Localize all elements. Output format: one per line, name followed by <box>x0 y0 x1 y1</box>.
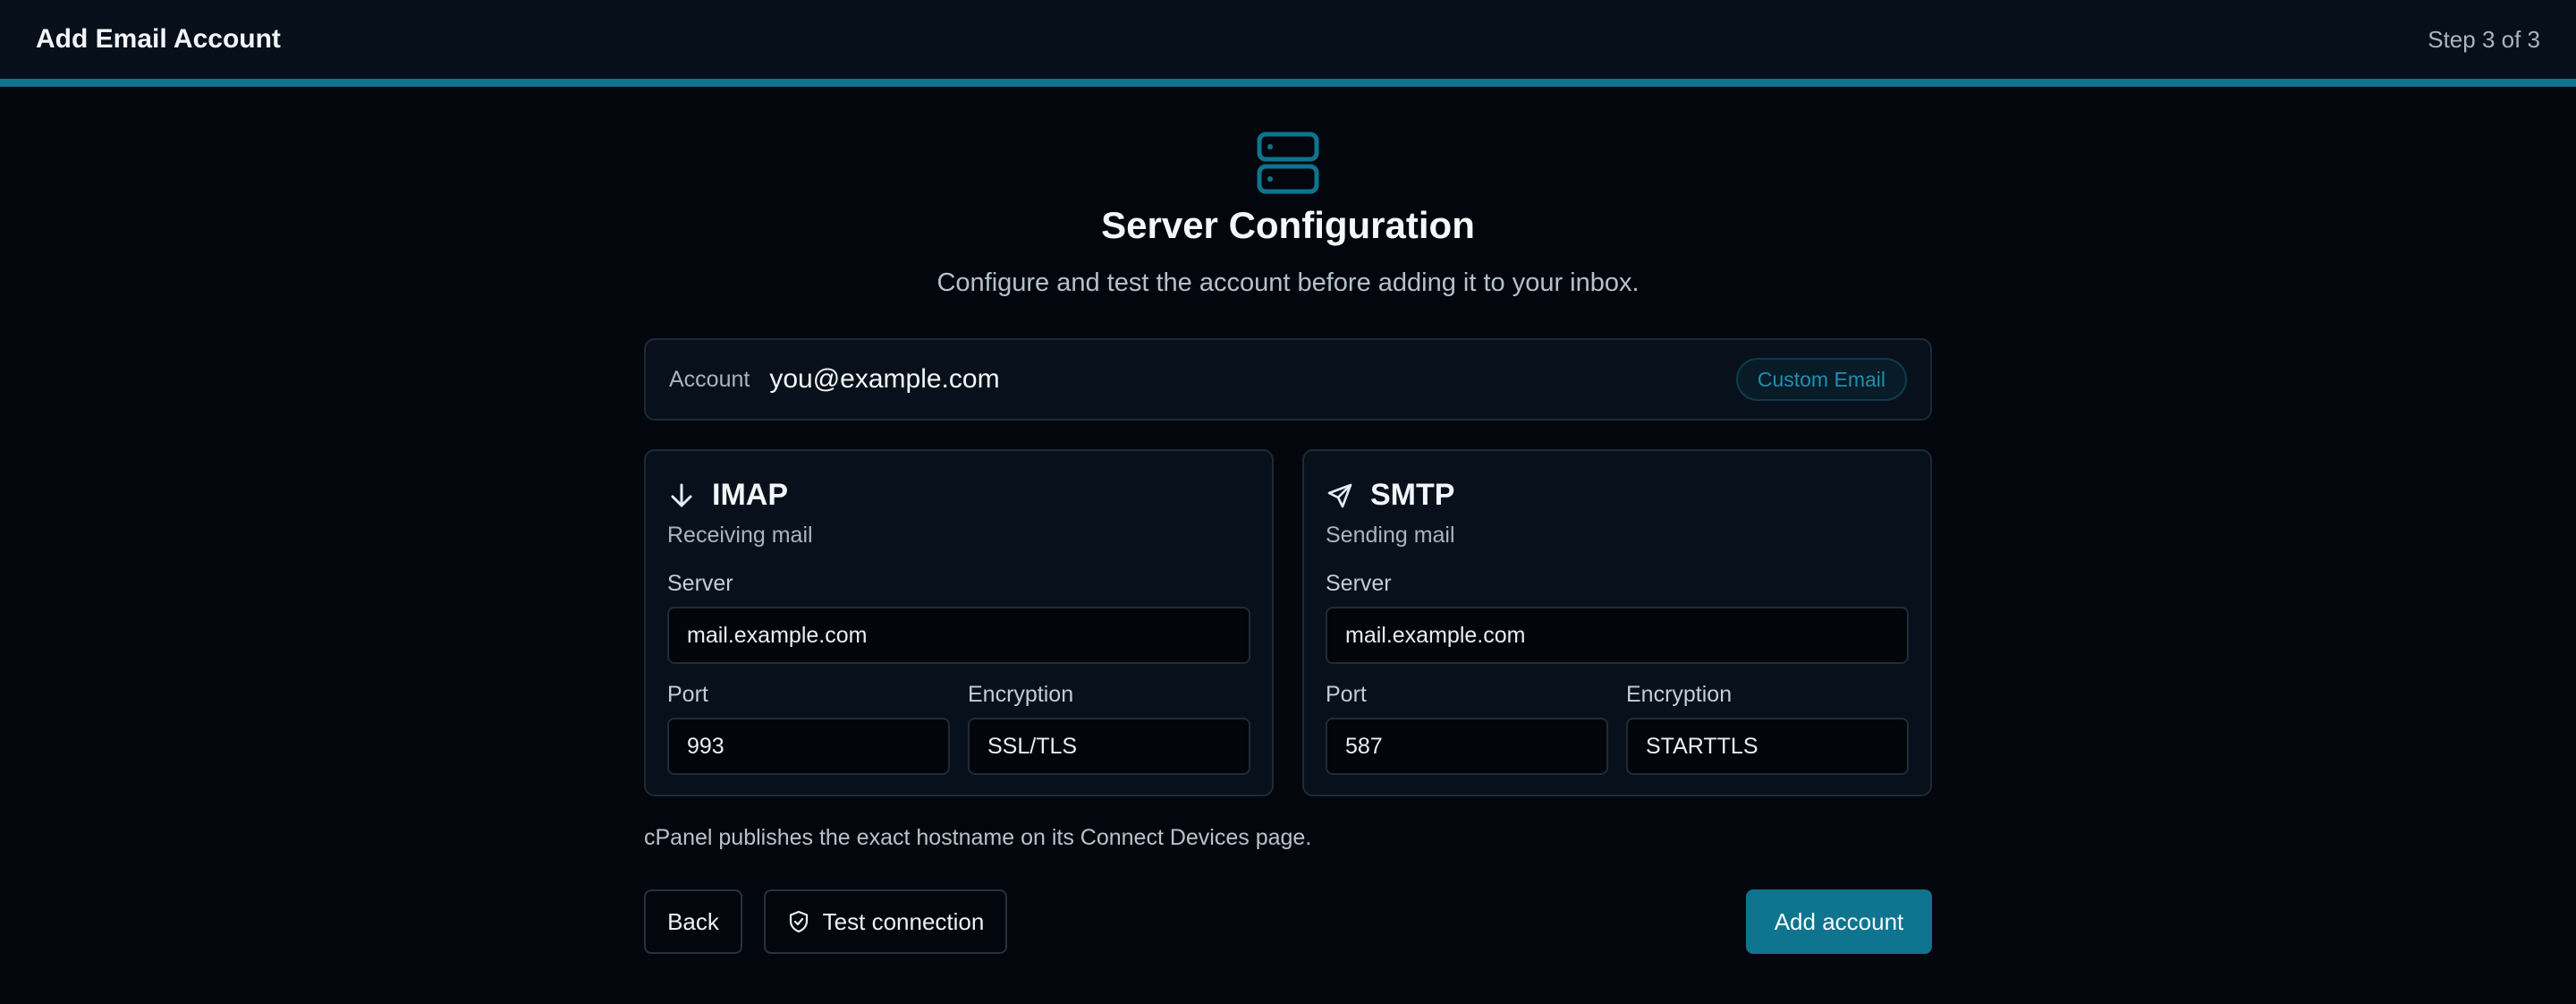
test-connection-label: Test connection <box>822 907 985 935</box>
add-account-label: Add account <box>1774 907 1904 935</box>
imap-port-input[interactable]: 993 <box>667 718 950 775</box>
back-button[interactable]: Back <box>644 889 742 954</box>
smtp-port-input[interactable]: 587 <box>1326 718 1608 775</box>
smtp-header: SMTP <box>1326 478 1454 513</box>
step-indicator: Step 3 of 3 <box>2428 25 2540 53</box>
hostname-hint: cPanel publishes the exact hostname on i… <box>644 825 1312 850</box>
add-account-button[interactable]: Add account <box>1746 889 1932 954</box>
smtp-port-label: Port <box>1326 682 1367 707</box>
imap-server-input[interactable]: mail.example.com <box>667 607 1250 664</box>
page-title: Server Configuration <box>1101 204 1475 246</box>
account-email: you@example.com <box>769 364 1000 394</box>
page-subtitle: Configure and test the account before ad… <box>936 268 1640 297</box>
smtp-subtitle: Sending mail <box>1326 523 1455 548</box>
imap-encryption-select[interactable]: SSL/TLS <box>968 718 1250 775</box>
test-connection-button[interactable]: Test connection <box>764 889 1007 954</box>
back-button-label: Back <box>667 907 719 935</box>
server-icon <box>1257 132 1319 194</box>
top-bar: Add Email Account Step 3 of 3 <box>0 0 2576 79</box>
smtp-server-label: Server <box>1326 571 1392 596</box>
send-icon <box>1327 483 1352 507</box>
imap-title: IMAP <box>712 478 788 512</box>
smtp-title: SMTP <box>1370 478 1455 512</box>
imap-header: IMAP <box>667 478 788 513</box>
imap-encryption-label: Encryption <box>968 682 1074 707</box>
imap-server-label: Server <box>667 571 733 596</box>
arrow-down-icon <box>671 483 692 506</box>
smtp-encryption-select[interactable]: STARTTLS <box>1626 718 1909 775</box>
smtp-encryption-label: Encryption <box>1626 682 1733 707</box>
provider-badge: Custom Email <box>1735 358 1907 401</box>
window-title: Add Email Account <box>36 24 281 54</box>
smtp-panel: SMTP Sending mail Server mail.example.co… <box>1302 449 1932 796</box>
progress-bar <box>0 79 2576 87</box>
shield-check-icon <box>789 910 808 933</box>
imap-port-label: Port <box>667 682 708 707</box>
imap-panel: IMAP Receiving mail Server mail.example.… <box>644 449 1274 796</box>
smtp-server-input[interactable]: mail.example.com <box>1326 607 1909 664</box>
account-card: Account you@example.com Custom Email <box>644 338 1932 421</box>
imap-subtitle: Receiving mail <box>667 523 813 548</box>
account-label: Account <box>669 366 750 392</box>
